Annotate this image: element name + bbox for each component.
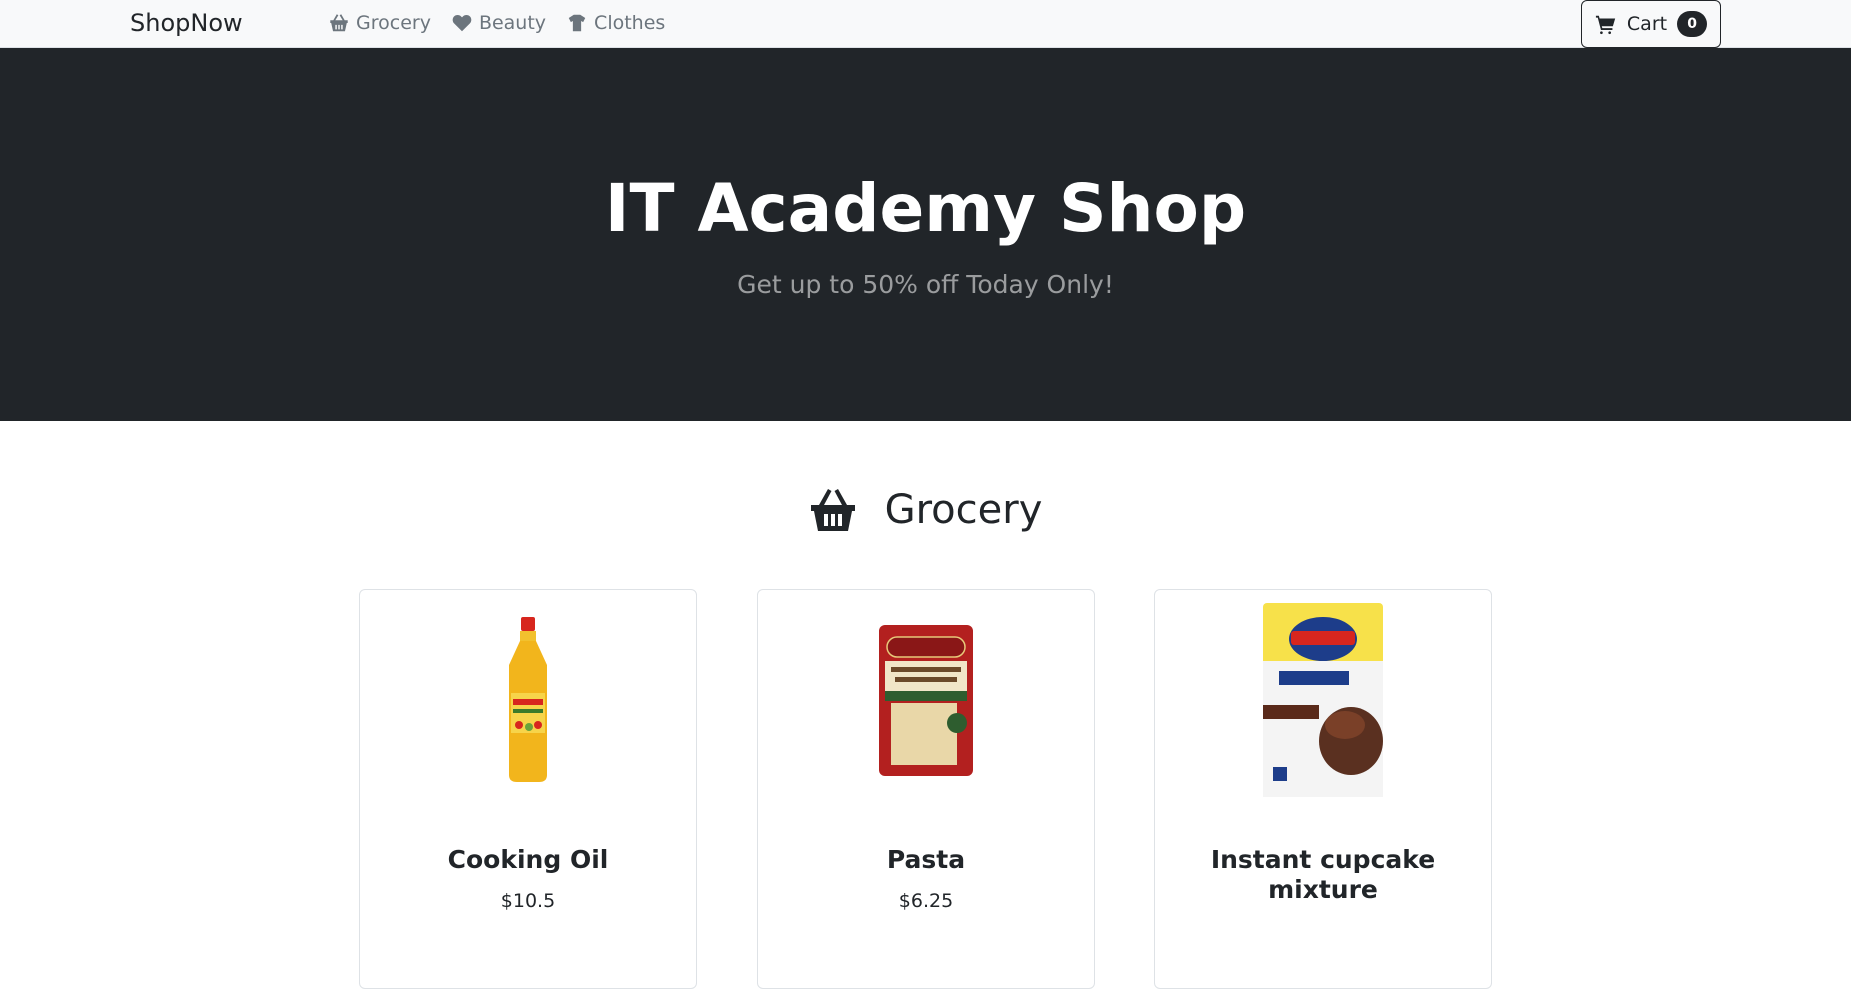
product-image-pasta — [758, 600, 1094, 800]
section-title: Grocery — [884, 487, 1043, 533]
product-price: $6.25 — [898, 890, 954, 912]
cart-label: Cart — [1626, 13, 1668, 35]
muffin-mix-image — [1263, 603, 1383, 797]
product-name: Pasta — [886, 845, 966, 874]
navbar: ShopNow Grocery Beauty Clothes Cart 0 — [0, 0, 1851, 48]
product-price: $10.5 — [500, 890, 556, 912]
product-card-cooking-oil[interactable]: Cooking Oil $10.5 — [359, 589, 697, 989]
section-heading: Grocery — [0, 482, 1851, 538]
brand-logo[interactable]: ShopNow — [130, 9, 243, 37]
nav-link-clothes[interactable]: Clothes — [566, 12, 665, 34]
product-name: Instant cupcake mixture — [1210, 845, 1436, 904]
nav-links: Grocery Beauty Clothes — [328, 12, 665, 34]
product-image-cupcake-mixture — [1155, 600, 1491, 800]
basket-icon — [330, 14, 348, 32]
cart-button[interactable]: Cart 0 — [1581, 0, 1721, 48]
nav-link-label: Grocery — [356, 12, 431, 34]
nav-link-beauty[interactable]: Beauty — [451, 12, 546, 34]
nav-link-label: Clothes — [594, 12, 666, 34]
product-card-pasta[interactable]: Pasta $6.25 — [757, 589, 1095, 989]
product-name: Cooking Oil — [447, 845, 609, 874]
pasta-bag-image — [879, 624, 973, 776]
product-card-cupcake-mixture[interactable]: Instant cupcake mixture — [1154, 589, 1492, 989]
nav-link-label: Beauty — [478, 12, 547, 34]
basket-icon — [810, 489, 855, 531]
nav-link-grocery[interactable]: Grocery — [328, 12, 431, 34]
shirt-icon — [568, 14, 586, 32]
hero-title: IT Academy Shop — [604, 170, 1247, 247]
cart-count-badge: 0 — [1677, 11, 1708, 37]
cart-icon — [1595, 15, 1616, 35]
hero-subtitle: Get up to 50% off Today Only! — [737, 270, 1114, 299]
oil-bottle-image — [509, 617, 547, 782]
heart-icon — [452, 14, 472, 32]
product-image-cooking-oil — [360, 600, 696, 800]
hero-banner: IT Academy Shop Get up to 50% off Today … — [0, 48, 1851, 421]
